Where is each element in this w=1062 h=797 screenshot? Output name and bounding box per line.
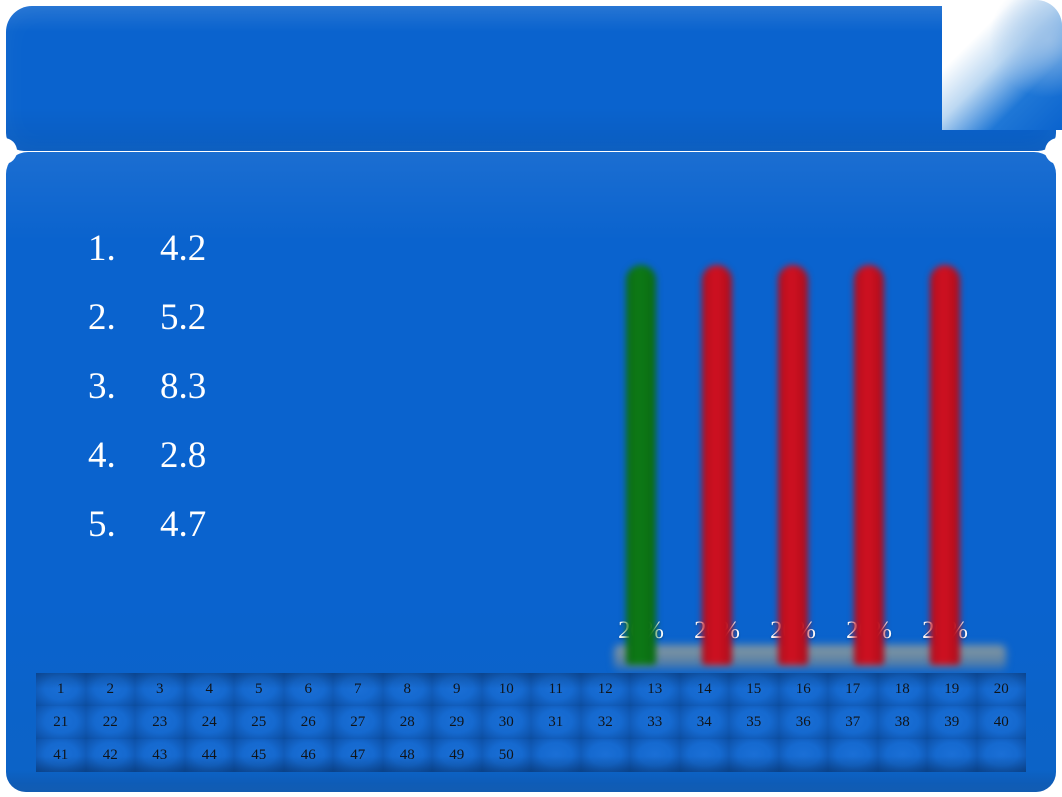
answer-option-2[interactable]: 2. 5.2 xyxy=(88,283,206,352)
grid-cell-28[interactable]: 28 xyxy=(382,706,432,739)
grid-cell-47[interactable]: 47 xyxy=(333,739,383,772)
answer-option-5[interactable]: 5. 4.7 xyxy=(88,490,206,559)
answer-option-4-number: 4. xyxy=(88,435,116,476)
grid-cell-12[interactable]: 12 xyxy=(580,673,630,706)
answer-option-3[interactable]: 3. 8.3 xyxy=(88,352,206,421)
grid-cell-empty xyxy=(679,739,729,772)
answer-option-5-value: 4.7 xyxy=(160,504,207,545)
grid-cell-37[interactable]: 37 xyxy=(828,706,878,739)
grid-cell-14[interactable]: 14 xyxy=(679,673,729,706)
question-panel xyxy=(6,6,1056,151)
grid-cell-empty xyxy=(630,739,680,772)
grid-cell-2[interactable]: 2 xyxy=(85,673,135,706)
answer-options-list: 1. 4.2 2. 5.2 3. 8.3 4. 2.8 5. 4.7 xyxy=(88,214,206,559)
grid-cell-9[interactable]: 9 xyxy=(432,673,482,706)
grid-cell-empty xyxy=(976,739,1026,772)
grid-cell-empty xyxy=(828,739,878,772)
responder-number-grid: 1 2 3 4 5 6 7 8 9 10 11 12 13 14 15 16 17 18 19 20 21 22 23 24 2… xyxy=(36,673,1026,772)
grid-cell-11[interactable]: 11 xyxy=(531,673,581,706)
grid-cell-8[interactable]: 8 xyxy=(382,673,432,706)
grid-cell-7[interactable]: 7 xyxy=(333,673,383,706)
grid-cell-50[interactable]: 50 xyxy=(481,739,531,772)
response-bar-chart: 20% 1 20% 2 20% 3 20% 4 20% 5 xyxy=(606,222,1016,702)
grid-cell-23[interactable]: 23 xyxy=(135,706,185,739)
grid-cell-36[interactable]: 36 xyxy=(778,706,828,739)
chart-bar-1-rect xyxy=(626,265,656,665)
grid-cell-19[interactable]: 19 xyxy=(927,673,977,706)
grid-cell-41[interactable]: 41 xyxy=(36,739,86,772)
slide-canvas: If two collinear vectorsA andB are added… xyxy=(0,0,1062,797)
grid-cell-10[interactable]: 10 xyxy=(481,673,531,706)
grid-cell-49[interactable]: 49 xyxy=(432,739,482,772)
grid-cell-34[interactable]: 34 xyxy=(679,706,729,739)
grid-cell-35[interactable]: 35 xyxy=(729,706,779,739)
grid-cell-26[interactable]: 26 xyxy=(283,706,333,739)
answer-option-2-number: 2. xyxy=(88,297,116,338)
grid-cell-45[interactable]: 45 xyxy=(234,739,284,772)
grid-cell-5[interactable]: 5 xyxy=(234,673,284,706)
grid-cell-39[interactable]: 39 xyxy=(927,706,977,739)
grid-cell-27[interactable]: 27 xyxy=(333,706,383,739)
grid-cell-25[interactable]: 25 xyxy=(234,706,284,739)
grid-cell-46[interactable]: 46 xyxy=(283,739,333,772)
grid-cell-18[interactable]: 18 xyxy=(877,673,927,706)
grid-cell-15[interactable]: 15 xyxy=(729,673,779,706)
grid-cell-22[interactable]: 22 xyxy=(85,706,135,739)
grid-cell-1[interactable]: 1 xyxy=(36,673,86,706)
grid-cell-30[interactable]: 30 xyxy=(481,706,531,739)
grid-cell-17[interactable]: 17 xyxy=(828,673,878,706)
grid-cell-48[interactable]: 48 xyxy=(382,739,432,772)
grid-cell-40[interactable]: 40 xyxy=(976,706,1026,739)
grid-cell-13[interactable]: 13 xyxy=(630,673,680,706)
chart-bar-2-rect xyxy=(702,265,732,665)
answer-option-3-value: 8.3 xyxy=(160,366,207,407)
grid-cell-29[interactable]: 29 xyxy=(432,706,482,739)
grid-cell-24[interactable]: 24 xyxy=(184,706,234,739)
question-panel-highlight xyxy=(6,6,1056,151)
grid-cell-31[interactable]: 31 xyxy=(531,706,581,739)
answer-option-1-number: 1. xyxy=(88,228,116,269)
chart-bar-5-rect xyxy=(930,265,960,665)
chart-bar-3-rect xyxy=(778,265,808,665)
grid-cell-4[interactable]: 4 xyxy=(184,673,234,706)
grid-cell-38[interactable]: 38 xyxy=(877,706,927,739)
corner-decoration xyxy=(942,0,1062,130)
answer-option-2-value: 5.2 xyxy=(160,297,207,338)
grid-cell-empty xyxy=(531,739,581,772)
grid-cell-empty xyxy=(778,739,828,772)
answer-option-4-value: 2.8 xyxy=(160,435,207,476)
grid-cell-empty xyxy=(927,739,977,772)
grid-cell-44[interactable]: 44 xyxy=(184,739,234,772)
grid-cell-20[interactable]: 20 xyxy=(976,673,1026,706)
answer-option-1-value: 4.2 xyxy=(160,228,207,269)
answer-option-3-number: 3. xyxy=(88,366,116,407)
grid-cell-empty xyxy=(580,739,630,772)
grid-cell-43[interactable]: 43 xyxy=(135,739,185,772)
grid-cell-42[interactable]: 42 xyxy=(85,739,135,772)
grid-cell-6[interactable]: 6 xyxy=(283,673,333,706)
answer-option-1[interactable]: 1. 4.2 xyxy=(88,214,206,283)
grid-cell-16[interactable]: 16 xyxy=(778,673,828,706)
grid-cell-21[interactable]: 21 xyxy=(36,706,86,739)
grid-cell-3[interactable]: 3 xyxy=(135,673,185,706)
chart-bar-4-rect xyxy=(854,265,884,665)
corner-decoration-gradient xyxy=(942,0,1062,130)
grid-cell-33[interactable]: 33 xyxy=(630,706,680,739)
answer-option-5-number: 5. xyxy=(88,504,116,545)
answer-option-4[interactable]: 4. 2.8 xyxy=(88,421,206,490)
grid-cell-empty xyxy=(729,739,779,772)
grid-cell-empty xyxy=(877,739,927,772)
grid-cell-32[interactable]: 32 xyxy=(580,706,630,739)
